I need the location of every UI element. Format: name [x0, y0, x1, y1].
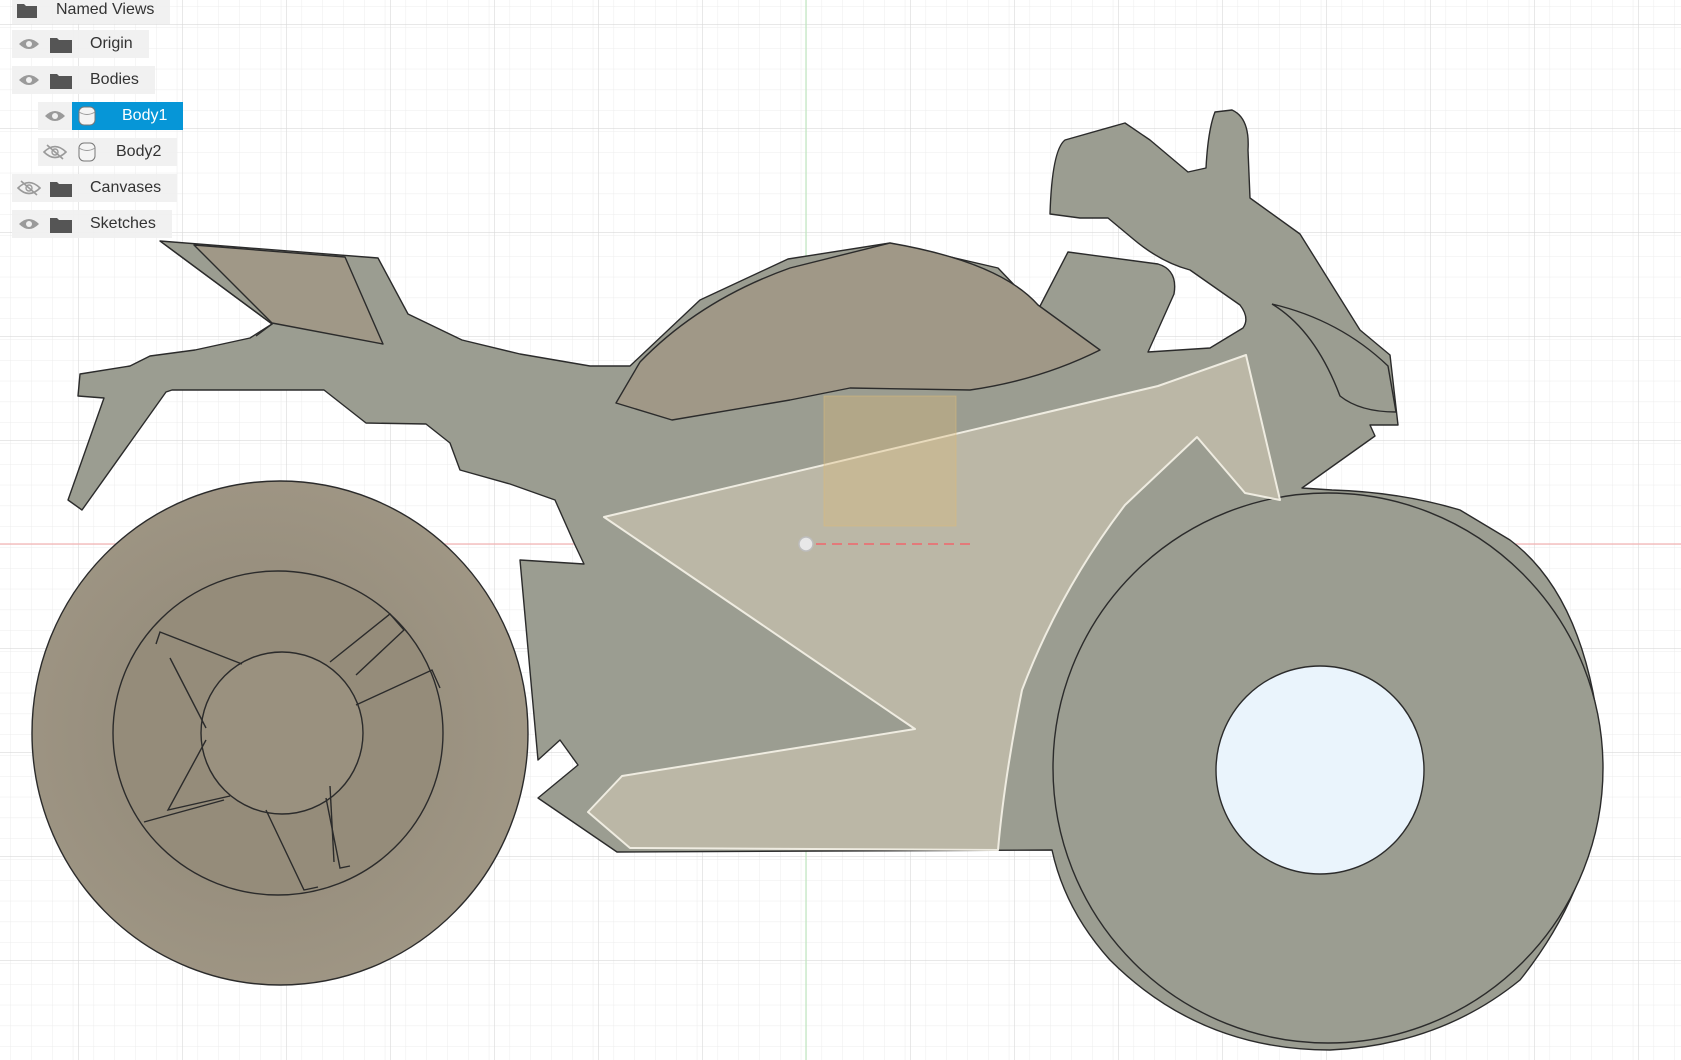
browser-item-sketches[interactable]: Sketches — [12, 210, 172, 238]
browser-item-label: Canvases — [90, 179, 162, 196]
front-wheel-hub-hole — [1215, 665, 1425, 875]
eye-hidden-icon[interactable] — [38, 138, 72, 166]
selection-highlight: Body1 — [72, 102, 184, 130]
eye-icon[interactable] — [38, 102, 72, 130]
browser-item-named-views[interactable]: Named Views — [12, 0, 171, 24]
browser-item-origin[interactable]: Origin — [12, 30, 149, 58]
browser-item-body1[interactable]: Body1 — [38, 102, 184, 130]
browser-item-label: Sketches — [90, 215, 156, 232]
browser-item-label: Origin — [90, 35, 133, 52]
browser-item-canvases[interactable]: Canvases — [12, 174, 178, 202]
eye-icon[interactable] — [12, 210, 46, 238]
folder-icon — [46, 66, 76, 94]
eye-hidden-icon[interactable] — [12, 174, 46, 202]
eye-icon[interactable] — [12, 30, 46, 58]
browser-item-label: Bodies — [90, 71, 139, 88]
body-icon — [72, 138, 102, 166]
browser-item-label: Named Views — [56, 1, 155, 18]
browser-item-bodies[interactable]: Bodies — [12, 66, 155, 94]
browser-item-label: Body2 — [116, 143, 162, 160]
folder-icon — [46, 30, 76, 58]
selection-box — [823, 395, 957, 527]
browser-item-body2[interactable]: Body2 — [38, 138, 178, 166]
design-canvas[interactable] — [0, 0, 1681, 1060]
folder-icon — [46, 174, 76, 202]
rear-wheel-hub — [200, 651, 364, 815]
folder-icon — [12, 0, 42, 24]
browser-item-label: Body1 — [122, 107, 168, 124]
eye-icon[interactable] — [12, 66, 46, 94]
folder-icon — [46, 210, 76, 238]
body-icon — [72, 102, 102, 130]
origin-point[interactable] — [798, 536, 814, 552]
